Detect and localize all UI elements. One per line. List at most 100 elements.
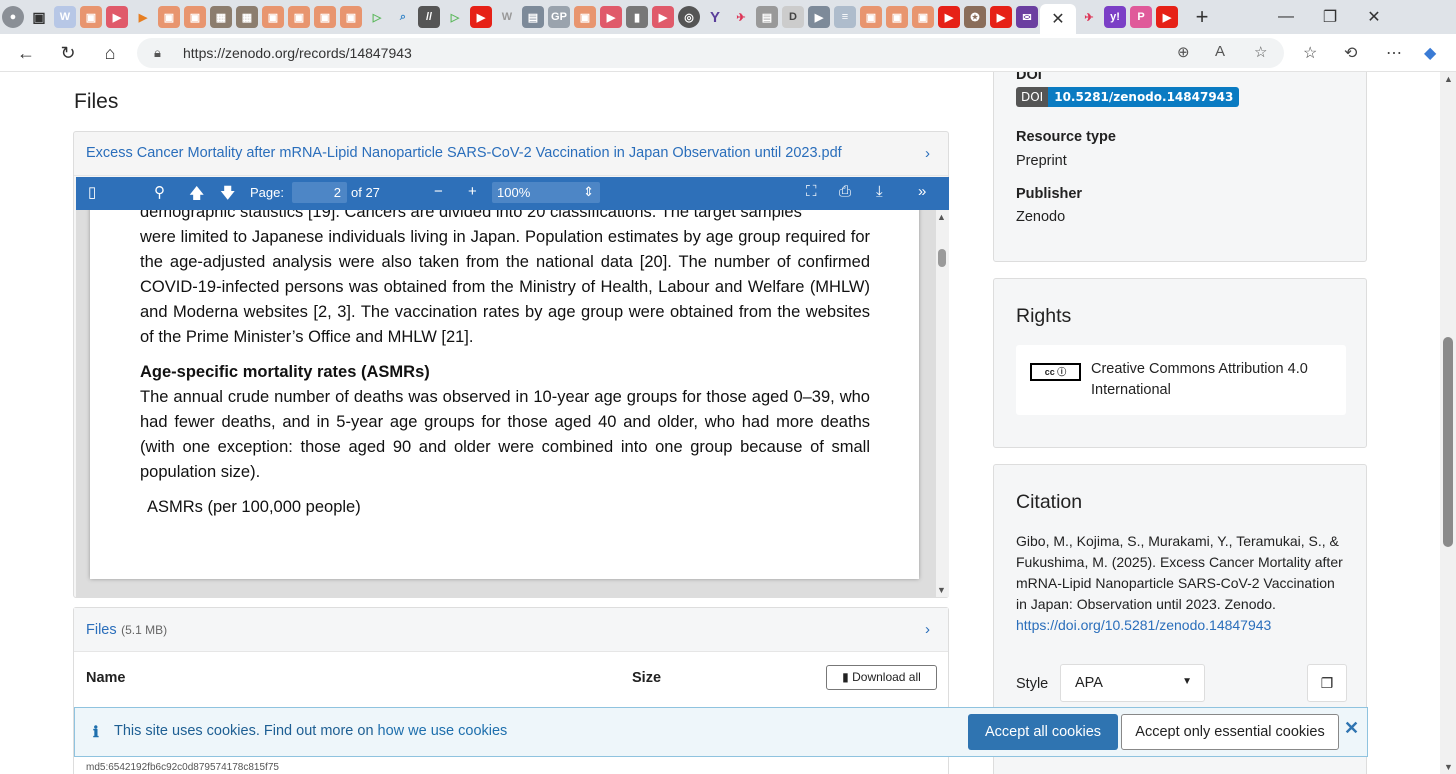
scroll-down-icon[interactable]: ▼ — [1444, 762, 1453, 772]
citation-style-select[interactable]: APA ▼ — [1060, 664, 1205, 702]
doi-badge-value[interactable]: 10.5281/zenodo.14847943 — [1048, 87, 1240, 107]
page-number-input[interactable]: 2 — [292, 182, 347, 203]
tab-favicon[interactable]: ▶ — [1156, 6, 1178, 28]
tab-favicon[interactable]: ▣ — [574, 6, 596, 28]
tab-favicon[interactable]: GP — [548, 6, 570, 28]
tab-favicon[interactable]: ◎ — [678, 6, 700, 28]
pdf-file-accordion[interactable]: Excess Cancer Mortality after mRNA-Lipid… — [74, 132, 948, 176]
files-accordion[interactable]: Files (5.1 MB) › — [74, 608, 948, 652]
sidebar-toggle-icon[interactable]: ▯ — [88, 183, 96, 201]
pdf-filename[interactable]: Excess Cancer Mortality after mRNA-Lipid… — [86, 145, 842, 161]
files-title[interactable]: Files — [86, 622, 117, 638]
new-tab-button[interactable]: + — [1180, 4, 1224, 30]
tab-favicon[interactable]: ▶ — [808, 6, 830, 28]
tab-favicon[interactable]: ▮ — [626, 6, 648, 28]
zoom-in-icon[interactable]: + — [468, 183, 477, 200]
tab-favicon[interactable]: ▣ — [860, 6, 882, 28]
tab-favicon[interactable]: ▶ — [106, 6, 128, 28]
next-page-icon[interactable]: 🡇 — [220, 183, 235, 208]
accept-all-cookies-button[interactable]: Accept all cookies — [968, 714, 1118, 750]
tab-favicon[interactable]: D — [782, 6, 804, 28]
style-value[interactable]: APA — [1075, 675, 1103, 691]
zoom-select[interactable]: 100% ⇕ — [492, 182, 600, 203]
tab-favicon[interactable]: ✪ — [964, 6, 986, 28]
tab-favicon[interactable]: ✉ — [1016, 6, 1038, 28]
tab-favicon[interactable]: ▣ — [886, 6, 908, 28]
download-all-label[interactable]: Download all — [852, 670, 921, 684]
print-icon[interactable]: ⎙ — [839, 183, 851, 200]
scroll-up-icon[interactable]: ▲ — [937, 212, 946, 222]
tab-favicon[interactable]: ▦ — [236, 6, 258, 28]
cookie-policy-link[interactable]: how we use cookies — [378, 723, 508, 739]
scroll-down-icon[interactable]: ▼ — [937, 585, 946, 595]
chevron-right-icon[interactable]: › — [925, 145, 930, 162]
search-icon[interactable]: ⚲ — [154, 183, 165, 201]
tab-favicon[interactable]: ▣ — [314, 6, 336, 28]
tools-icon[interactable]: » — [918, 183, 926, 200]
close-tab-icon[interactable]: ✕ — [1051, 9, 1064, 29]
tab-favicon[interactable]: W — [54, 6, 76, 28]
tab-favicon[interactable]: ▷ — [444, 6, 466, 28]
back-icon[interactable]: ← — [12, 41, 40, 65]
tab-favicon[interactable]: ≡ — [834, 6, 856, 28]
tab-favicon[interactable]: ▶ — [938, 6, 960, 28]
copilot-icon[interactable]: ◆ — [1424, 43, 1436, 63]
tab-favicon[interactable]: ▣ — [184, 6, 206, 28]
tab-favicon[interactable]: ⌕ — [392, 6, 414, 28]
page-scroll-thumb[interactable] — [1443, 337, 1453, 547]
download-icon[interactable]: ⤓ — [876, 183, 883, 200]
close-icon[interactable]: ✕ — [1344, 718, 1359, 739]
pdf-scrollbar[interactable]: ▲ ▼ — [936, 210, 949, 597]
tab-favicon[interactable]: ▣ — [288, 6, 310, 28]
doi-badge-key[interactable]: DOI — [1016, 87, 1049, 107]
tab-favicon[interactable]: // — [418, 6, 440, 28]
tab-favicon[interactable]: W — [496, 6, 518, 28]
tab-favicon[interactable]: Y — [704, 6, 726, 28]
pdf-scroll-thumb[interactable] — [938, 249, 946, 267]
tab-favicon[interactable]: ▶ — [652, 6, 674, 28]
tab-favicon[interactable]: ▦ — [210, 6, 232, 28]
active-tab[interactable]: ✕ — [1040, 4, 1076, 34]
tab-favicon[interactable]: ▶ — [990, 6, 1012, 28]
profile-icon[interactable]: ● — [2, 6, 24, 28]
license-item[interactable]: cc ⓘ Creative Commons Attribution 4.0 In… — [1016, 345, 1346, 415]
pdf-viewer[interactable]: demographic statistics [19]. Cancers are… — [76, 210, 936, 597]
accept-essential-cookies-button[interactable]: Accept only essential cookies — [1121, 714, 1339, 750]
url-bar[interactable]: 🔒︎ https://zenodo.org/records/14847943 ⊕… — [137, 38, 1284, 68]
tab-favicon[interactable]: ▣ — [262, 6, 284, 28]
history-icon[interactable]: ⟲ — [1344, 43, 1357, 63]
tab-favicon[interactable]: ▣ — [912, 6, 934, 28]
home-icon[interactable]: ⌂ — [96, 41, 124, 65]
tab-favicon[interactable]: ▣ — [158, 6, 180, 28]
tab-favicon[interactable]: ▣ — [340, 6, 362, 28]
doi-badge[interactable]: DOI 10.5281/zenodo.14847943 — [1016, 87, 1240, 107]
tab-favicon[interactable]: ▷ — [366, 6, 388, 28]
url-text[interactable]: https://zenodo.org/records/14847943 — [183, 45, 412, 61]
tab-favicon[interactable]: ▶ — [600, 6, 622, 28]
previous-page-icon[interactable]: 🡅 — [189, 183, 204, 208]
read-aloud-icon[interactable]: A — [1215, 43, 1225, 60]
favorites-icon[interactable]: ☆ — [1303, 43, 1317, 63]
tab-favicon[interactable]: ▶ — [132, 6, 154, 28]
zoom-out-icon[interactable]: − — [434, 183, 443, 200]
tab-favicon[interactable]: P — [1130, 6, 1152, 28]
refresh-icon[interactable]: ↻ — [54, 41, 82, 65]
page-scrollbar[interactable]: ▲ ▼ — [1440, 72, 1456, 774]
scroll-up-icon[interactable]: ▲ — [1444, 74, 1453, 84]
tab-favicon[interactable]: ✈ — [730, 6, 752, 28]
zoom-icon[interactable]: ⊕ — [1177, 43, 1190, 61]
zoom-value[interactable]: 100% — [497, 185, 530, 200]
favorite-star-icon[interactable]: ☆ — [1254, 43, 1267, 61]
close-window-icon[interactable]: ✕ — [1352, 7, 1396, 27]
presentation-mode-icon[interactable]: ⛶ — [806, 183, 817, 200]
tab-favicon[interactable]: y! — [1104, 6, 1126, 28]
citation-doi-link[interactable]: https://doi.org/10.5281/zenodo.14847943 — [1016, 617, 1271, 633]
download-all-button[interactable]: ▮ Download all — [826, 665, 937, 690]
lock-icon[interactable]: 🔒︎ — [154, 45, 161, 61]
more-icon[interactable]: ⋯ — [1386, 43, 1402, 63]
chevron-right-icon[interactable]: › — [925, 621, 930, 638]
minimize-icon[interactable]: — — [1264, 8, 1308, 26]
restore-icon[interactable]: ❐ — [1308, 7, 1352, 27]
tab-favicon[interactable]: ▶ — [470, 6, 492, 28]
tab-favicon[interactable]: ▤ — [756, 6, 778, 28]
